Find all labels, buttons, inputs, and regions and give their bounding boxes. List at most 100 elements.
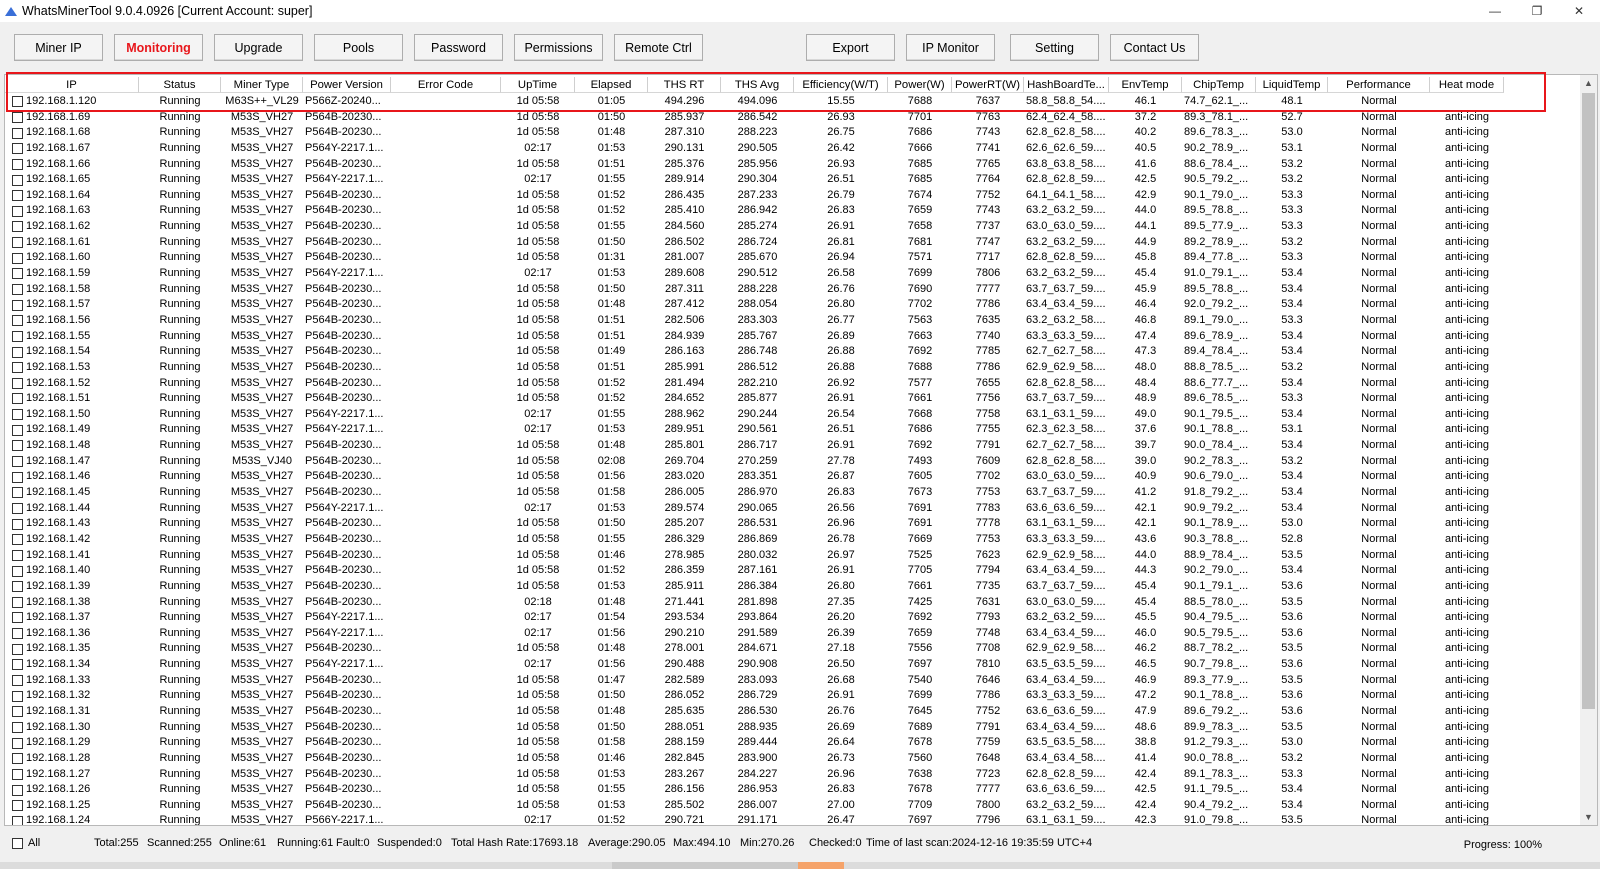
table-row[interactable]: 192.168.1.60 Running M53S_VH27 P564B-20230.… bbox=[5, 250, 1504, 266]
row-checkbox[interactable] bbox=[12, 409, 23, 421]
table-row[interactable]: 192.168.1.44 Running M53S_VH27 P564Y-2217.1… bbox=[5, 501, 1504, 517]
row-checkbox[interactable] bbox=[12, 299, 23, 311]
select-all-checkbox[interactable] bbox=[12, 837, 23, 849]
miner-ip-button[interactable]: Miner IP bbox=[14, 34, 103, 61]
col-header-elapsed[interactable]: Elapsed bbox=[575, 77, 648, 93]
col-header-ths-rt[interactable]: THS RT bbox=[648, 77, 721, 93]
password-button[interactable]: Password bbox=[414, 34, 503, 61]
col-header-chip-temp[interactable]: ChipTemp bbox=[1182, 77, 1256, 93]
ip-monitor-button[interactable]: IP Monitor bbox=[906, 34, 995, 61]
table-row[interactable]: 192.168.1.64 Running M53S_VH27 P564B-20230.… bbox=[5, 188, 1504, 204]
row-checkbox[interactable] bbox=[12, 330, 23, 342]
export-button[interactable]: Export bbox=[806, 34, 895, 61]
row-checkbox[interactable] bbox=[12, 565, 23, 577]
col-header-miner-type[interactable]: Miner Type bbox=[221, 77, 303, 93]
scroll-up-icon[interactable]: ▲ bbox=[1580, 75, 1597, 91]
upgrade-button[interactable]: Upgrade bbox=[214, 34, 303, 61]
row-checkbox[interactable] bbox=[12, 268, 23, 280]
table-row[interactable]: 192.168.1.38 Running M53S_VH27 P564B-20230.… bbox=[5, 595, 1504, 611]
row-checkbox[interactable] bbox=[12, 377, 23, 389]
row-checkbox[interactable] bbox=[12, 737, 23, 749]
row-checkbox[interactable] bbox=[12, 362, 23, 374]
row-checkbox[interactable] bbox=[12, 659, 23, 671]
row-checkbox[interactable] bbox=[12, 284, 23, 295]
miner-table[interactable]: IP Status Miner Type Power Version Error Cod… bbox=[4, 74, 1598, 826]
row-checkbox[interactable] bbox=[12, 690, 23, 702]
horizontal-scrollbar[interactable] bbox=[0, 862, 1600, 869]
table-row[interactable]: 192.168.1.54 Running M53S_VH27 P564B-20230.… bbox=[5, 344, 1504, 360]
row-checkbox[interactable] bbox=[12, 675, 23, 687]
table-row[interactable]: 192.168.1.48 Running M53S_VH27 P564B-20230.… bbox=[5, 438, 1504, 454]
table-row[interactable]: 192.168.1.36 Running M53S_VH27 P564Y-2217.1… bbox=[5, 626, 1504, 642]
table-row[interactable]: 192.168.1.29 Running M53S_VH27 P564B-20230.… bbox=[5, 735, 1504, 751]
setting-button[interactable]: Setting bbox=[1010, 34, 1099, 61]
table-row[interactable]: 192.168.1.66 Running M53S_VH27 P564B-20230.… bbox=[5, 157, 1504, 173]
row-checkbox[interactable] bbox=[12, 393, 23, 405]
col-header-heat-mode[interactable]: Heat mode bbox=[1430, 77, 1504, 93]
row-checkbox[interactable] bbox=[12, 612, 23, 624]
table-row[interactable]: 192.168.1.55 Running M53S_VH27 P564B-20230.… bbox=[5, 329, 1504, 345]
row-checkbox[interactable] bbox=[12, 346, 23, 358]
col-header-ths-avg[interactable]: THS Avg bbox=[721, 77, 794, 93]
table-row[interactable]: 192.168.1.65 Running M53S_VH27 P564Y-2217.1… bbox=[5, 172, 1504, 188]
table-row[interactable]: 192.168.1.62 Running M53S_VH27 P564B-20230.… bbox=[5, 219, 1504, 235]
col-header-status[interactable]: Status bbox=[139, 77, 221, 93]
col-header-uptime[interactable]: UpTime bbox=[501, 77, 575, 93]
row-checkbox[interactable] bbox=[12, 221, 23, 233]
row-checkbox[interactable] bbox=[12, 581, 23, 593]
table-row[interactable]: 192.168.1.45 Running M53S_VH27 P564B-20230.… bbox=[5, 485, 1504, 501]
col-header-ip[interactable]: IP bbox=[5, 77, 139, 93]
monitoring-button[interactable]: Monitoring bbox=[114, 34, 203, 61]
row-checkbox[interactable] bbox=[12, 628, 23, 640]
row-checkbox[interactable] bbox=[12, 96, 23, 108]
table-row[interactable]: 192.168.1.68 Running M53S_VH27 P564B-20230.… bbox=[5, 125, 1504, 141]
table-row[interactable]: 192.168.1.59 Running M53S_VH27 P564Y-2217.1… bbox=[5, 266, 1504, 282]
permissions-button[interactable]: Permissions bbox=[514, 34, 603, 61]
row-checkbox[interactable] bbox=[12, 753, 23, 765]
table-row[interactable]: 192.168.1.57 Running M53S_VH27 P564B-20230.… bbox=[5, 297, 1504, 313]
table-row[interactable]: 192.168.1.43 Running M53S_VH27 P564B-20230.… bbox=[5, 516, 1504, 532]
row-checkbox[interactable] bbox=[12, 237, 23, 249]
row-checkbox[interactable] bbox=[12, 518, 23, 530]
remote-ctrl-button[interactable]: Remote Ctrl bbox=[614, 34, 703, 61]
col-header-env-temp[interactable]: EnvTemp bbox=[1109, 77, 1182, 93]
close-button[interactable]: ✕ bbox=[1558, 0, 1600, 22]
table-row[interactable]: 192.168.1.32 Running M53S_VH27 P564B-20230.… bbox=[5, 688, 1504, 704]
row-checkbox[interactable] bbox=[12, 158, 23, 170]
col-header-power-rt[interactable]: PowerRT(W) bbox=[952, 77, 1024, 93]
table-row[interactable]: 192.168.1.56 Running M53S_VH27 P564B-20230.… bbox=[5, 313, 1504, 329]
row-checkbox[interactable] bbox=[12, 440, 23, 452]
table-row[interactable]: 192.168.1.49 Running M53S_VH27 P564Y-2217.1… bbox=[5, 422, 1504, 438]
table-row[interactable]: 192.168.1.63 Running M53S_VH27 P564B-20230.… bbox=[5, 203, 1504, 219]
table-row[interactable]: 192.168.1.27 Running M53S_VH27 P564B-20230.… bbox=[5, 767, 1504, 783]
vertical-scrollbar[interactable]: ▲ ▼ bbox=[1580, 75, 1597, 825]
row-checkbox[interactable] bbox=[12, 784, 23, 796]
table-row[interactable]: 192.168.1.42 Running M53S_VH27 P564B-20230.… bbox=[5, 532, 1504, 548]
row-checkbox[interactable] bbox=[12, 252, 23, 264]
table-row[interactable]: 192.168.1.41 Running M53S_VH27 P564B-20230.… bbox=[5, 548, 1504, 564]
table-row[interactable]: 192.168.1.24 Running M53S_VH27 P566Y-2217.1… bbox=[5, 813, 1504, 825]
row-checkbox[interactable] bbox=[12, 706, 23, 718]
scroll-down-icon[interactable]: ▼ bbox=[1580, 809, 1597, 825]
row-checkbox[interactable] bbox=[12, 502, 23, 514]
contact-us-button[interactable]: Contact Us bbox=[1110, 34, 1199, 61]
table-row[interactable]: 192.168.1.35 Running M53S_VH27 P564B-20230.… bbox=[5, 641, 1504, 657]
table-row[interactable]: 192.168.1.31 Running M53S_VH27 P564B-20230.… bbox=[5, 704, 1504, 720]
col-header-hashboard-temp[interactable]: HashBoardTe... bbox=[1024, 77, 1109, 93]
col-header-power-version[interactable]: Power Version bbox=[303, 77, 391, 93]
row-checkbox[interactable] bbox=[12, 471, 23, 483]
table-row[interactable]: 192.168.1.39 Running M53S_VH27 P564B-20230.… bbox=[5, 579, 1504, 595]
row-checkbox[interactable] bbox=[12, 815, 23, 825]
table-row[interactable]: 192.168.1.37 Running M53S_VH27 P564Y-2217.1… bbox=[5, 610, 1504, 626]
row-checkbox[interactable] bbox=[12, 174, 23, 186]
table-row[interactable]: 192.168.1.58 Running M53S_VH27 P564B-20230.… bbox=[5, 282, 1504, 298]
table-row[interactable]: 192.168.1.40 Running M53S_VH27 P564B-20230.… bbox=[5, 563, 1504, 579]
row-checkbox[interactable] bbox=[12, 721, 23, 733]
row-checkbox[interactable] bbox=[12, 487, 23, 499]
restore-button[interactable]: ❐ bbox=[1516, 0, 1558, 22]
table-row[interactable]: 192.168.1.53 Running M53S_VH27 P564B-20230.… bbox=[5, 360, 1504, 376]
table-row[interactable]: 192.168.1.46 Running M53S_VH27 P564B-20230.… bbox=[5, 469, 1504, 485]
col-header-liquid-temp[interactable]: LiquidTemp bbox=[1256, 77, 1328, 93]
row-checkbox[interactable] bbox=[12, 596, 23, 608]
row-checkbox[interactable] bbox=[12, 190, 23, 202]
